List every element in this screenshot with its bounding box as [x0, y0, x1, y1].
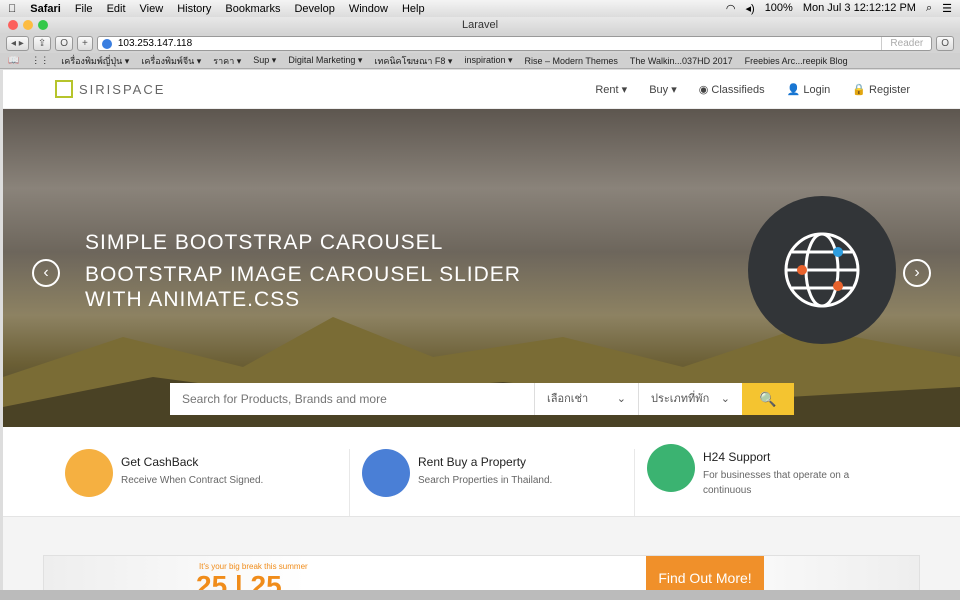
globe-network-icon: [748, 196, 896, 344]
bookmark-item[interactable]: เครื่องพิมพ์ญี่ปุ่น ▾: [61, 54, 129, 68]
volume-icon[interactable]: ◂): [746, 2, 755, 15]
chevron-down-icon: ⌄: [720, 393, 730, 405]
nav-login-label: Login: [803, 83, 831, 96]
user-icon: 👤: [786, 83, 804, 96]
mac-menubar:  Safari File Edit View History Bookmark…: [0, 0, 960, 17]
wifi-icon[interactable]: ◠: [726, 2, 736, 15]
bookmark-item[interactable]: inspiration ▾: [464, 55, 512, 66]
zoom-button[interactable]: [38, 20, 48, 30]
carousel-next-button[interactable]: ›: [903, 259, 931, 287]
property-type-select[interactable]: ประเภทที่พัก ⌄: [638, 383, 742, 415]
share-icon[interactable]: ⇪: [32, 36, 52, 51]
rent-select[interactable]: เลือกเช่า ⌄: [534, 383, 638, 415]
carousel-prev-button[interactable]: ‹: [32, 259, 60, 287]
nav-register-label: Register: [869, 83, 910, 96]
rent-select-value: เลือกเช่า: [547, 393, 589, 405]
feature-title: H24 Support: [703, 450, 771, 464]
cashback-icon: [65, 449, 113, 497]
grid-icon[interactable]: ⋮⋮: [31, 55, 49, 66]
list-icon[interactable]: ☰: [942, 2, 952, 15]
logo-text: SIRISPACE: [79, 81, 166, 97]
url-text: 103.253.147.118: [117, 38, 193, 49]
promo-number: 25 | 25: [196, 570, 282, 590]
web-page: SIRISPACE Rent ▾ Buy ▾ ◉ Classifieds 👤 L…: [3, 70, 960, 590]
battery-text[interactable]: 100%: [765, 2, 793, 15]
download-icon[interactable]: O: [936, 36, 954, 51]
bookmark-item[interactable]: The Walkin...037HD 2017: [630, 56, 733, 66]
extension-icon[interactable]: O: [55, 36, 73, 51]
feature-desc: Receive When Contract Signed.: [121, 475, 264, 486]
property-type-value: ประเภทที่พัก: [651, 393, 710, 405]
lock-icon: 🔒: [852, 83, 870, 96]
spotlight-icon[interactable]: ⌕: [926, 2, 932, 15]
menu-bookmarks[interactable]: Bookmarks: [225, 3, 280, 15]
feature-desc: For businesses that operate on a continu…: [703, 470, 850, 496]
feature-title: Get CashBack: [121, 455, 199, 469]
menu-app[interactable]: Safari: [30, 3, 61, 15]
search-button[interactable]: 🔍: [742, 383, 794, 415]
bookmark-item[interactable]: เทคนิคโฆษณา F8 ▾: [374, 54, 452, 68]
promo-section: It's your big break this summer 25 | 25 …: [3, 517, 960, 590]
find-out-more-button[interactable]: Find Out More!: [646, 556, 764, 590]
bookmark-item[interactable]: ราคา ▾: [213, 54, 241, 68]
reader-button[interactable]: Reader: [881, 37, 931, 50]
property-search: เลือกเช่า ⌄ ประเภทที่พัก ⌄ 🔍: [170, 383, 794, 415]
url-field[interactable]: 103.253.147.118 Reader: [96, 36, 933, 51]
menu-help[interactable]: Help: [402, 3, 425, 15]
search-icon: 🔍: [759, 391, 777, 407]
menu-history[interactable]: History: [177, 3, 211, 15]
feature-desc: Search Properties in Thailand.: [418, 475, 553, 486]
nav-login[interactable]: 👤 Login: [787, 83, 831, 96]
menu-window[interactable]: Window: [349, 3, 388, 15]
browser-toolbar: ◂ ▸ ⇪ O + 103.253.147.118 Reader O: [0, 34, 960, 53]
feature-property: Rent Buy a Property Search Properties in …: [350, 449, 635, 516]
bookmark-item[interactable]: Digital Marketing ▾: [288, 55, 362, 66]
menu-develop[interactable]: Develop: [294, 3, 334, 15]
search-input[interactable]: [170, 383, 534, 415]
nav-rent[interactable]: Rent ▾: [595, 83, 627, 96]
menu-edit[interactable]: Edit: [107, 3, 126, 15]
nav-classifieds[interactable]: ◉ Classifieds: [699, 83, 765, 96]
chevron-down-icon: ⌄: [616, 393, 626, 405]
window-bottom-edge: [0, 590, 960, 600]
hero-line-2: BOOTSTRAP IMAGE CAROUSEL SLIDER: [85, 263, 521, 286]
support-agent-icon: [647, 444, 695, 492]
nav-register[interactable]: 🔒 Register: [852, 83, 910, 96]
bookmark-item[interactable]: Sup ▾: [253, 55, 276, 66]
feature-title: Rent Buy a Property: [418, 455, 527, 469]
book-icon[interactable]: 📖: [8, 55, 19, 66]
nav-buy[interactable]: Buy ▾: [649, 83, 677, 96]
menu-view[interactable]: View: [140, 3, 164, 15]
bookmark-item[interactable]: Freebies Arc...reepik Blog: [745, 56, 848, 66]
bookmark-item[interactable]: Rise – Modern Themes: [525, 56, 618, 66]
hero-line-1: SIMPLE BOOTSTRAP CAROUSEL: [85, 231, 444, 254]
clock[interactable]: Mon Jul 3 12:12:12 PM: [803, 2, 916, 15]
globe-icon: [101, 39, 112, 49]
bookmarks-bar: 📖 ⋮⋮ เครื่องพิมพ์ญี่ปุ่น ▾ เครื่องพิมพ์จ…: [0, 53, 960, 69]
hero-line-3: WITH ANIMATE.CSS: [85, 288, 301, 311]
site-logo[interactable]: SIRISPACE: [55, 80, 165, 98]
close-button[interactable]: [8, 20, 18, 30]
apple-icon[interactable]: : [8, 3, 16, 15]
features-row: Get CashBack Receive When Contract Signed…: [3, 427, 960, 517]
new-tab-button[interactable]: +: [77, 36, 93, 51]
feature-support: H24 Support For businesses that operate o…: [635, 444, 920, 516]
minimize-button[interactable]: [23, 20, 33, 30]
logo-icon: [55, 80, 73, 98]
site-nav: SIRISPACE Rent ▾ Buy ▾ ◉ Classifieds 👤 L…: [3, 70, 960, 109]
bookmark-item[interactable]: เครื่องพิมพ์จีน ▾: [141, 54, 201, 68]
menu-file[interactable]: File: [75, 3, 93, 15]
promo-banner[interactable]: It's your big break this summer 25 | 25 …: [43, 555, 920, 590]
parachute-icon: [362, 449, 410, 497]
hero-carousel: SIMPLE BOOTSTRAP CAROUSEL BOOTSTRAP IMAG…: [3, 109, 960, 427]
feature-cashback: Get CashBack Receive When Contract Signed…: [65, 449, 350, 516]
window-titlebar: Laravel: [0, 17, 960, 34]
window-title: Laravel: [461, 19, 499, 31]
back-forward-button[interactable]: ◂ ▸: [6, 36, 29, 51]
